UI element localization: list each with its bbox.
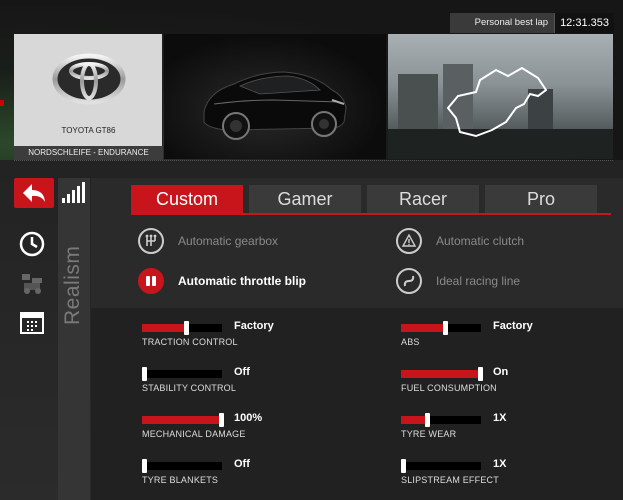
slider-label: STABILITY CONTROL <box>142 383 237 393</box>
slider-traction-control[interactable]: Factory TRACTION CONTROL <box>142 320 362 360</box>
assist-label: Automatic gearbox <box>178 234 279 248</box>
tab-pro[interactable]: Pro <box>485 185 597 213</box>
slider-fill <box>401 416 428 424</box>
slider-label: ABS <box>401 337 420 347</box>
slider-track[interactable] <box>401 367 483 381</box>
edge-marker <box>0 100 4 106</box>
lap-time-bar: Personal best lap time 12:31.353 <box>450 13 614 48</box>
slider-fill <box>401 324 445 332</box>
back-arrow-icon <box>23 184 45 202</box>
slider-value: 1X <box>493 412 507 424</box>
slider-value: 100% <box>234 412 263 424</box>
realism-panel: Custom Gamer Racer Pro Automatic gearbox… <box>91 178 623 500</box>
slider-value: Off <box>234 366 250 378</box>
assist-label: Ideal racing line <box>436 274 521 288</box>
calendar-icon[interactable] <box>18 308 46 336</box>
slider-track[interactable] <box>401 413 481 427</box>
slider-value: Factory <box>493 320 533 332</box>
slider-knob[interactable] <box>478 367 483 381</box>
slider-value: On <box>493 366 509 378</box>
racing-line-icon <box>396 268 422 294</box>
header-divider <box>14 160 613 162</box>
track-name: NORDSCHLEIFE - ENDURANCE <box>14 146 163 160</box>
throttle-pedal-icon <box>138 268 164 294</box>
slider-value: Off <box>234 458 250 470</box>
slider-track[interactable] <box>142 367 222 381</box>
slider-knob[interactable] <box>142 459 147 473</box>
slider-track[interactable] <box>401 321 481 335</box>
slider-track[interactable] <box>142 459 222 473</box>
slider-knob[interactable] <box>401 459 406 473</box>
toyota-logo <box>52 53 126 105</box>
tab-custom[interactable]: Custom <box>131 185 243 213</box>
slider-fill <box>401 370 481 378</box>
slider-stability-control[interactable]: Off STABILITY CONTROL <box>142 366 362 406</box>
assist-automatic-throttle-blip[interactable]: Automatic throttle blip <box>138 268 306 294</box>
assist-label: Automatic throttle blip <box>178 274 306 288</box>
slider-knob[interactable] <box>219 413 224 427</box>
slider-label: SLIPSTREAM EFFECT <box>401 475 499 485</box>
tab-racer[interactable]: Racer <box>367 185 479 213</box>
slider-knob[interactable] <box>184 321 189 335</box>
slider-knob[interactable] <box>142 367 147 381</box>
slider-track[interactable] <box>401 459 481 473</box>
slider-fill <box>142 324 186 332</box>
car-brand-panel[interactable]: TOYOTA GT86 NORDSCHLEIFE - ENDURANCE <box>14 34 163 160</box>
slider-knob[interactable] <box>425 413 431 427</box>
slider-fuel-consumption[interactable]: On FUEL CONSUMPTION <box>401 366 621 406</box>
difficulty-tabs: Custom Gamer Racer Pro <box>131 185 597 213</box>
car-setup-icon[interactable] <box>18 268 46 296</box>
track-map-image <box>388 64 613 159</box>
slider-tyre-blankets[interactable]: Off TYRE BLANKETS <box>142 458 362 498</box>
slider-label: MECHANICAL DAMAGE <box>142 429 246 439</box>
car-image <box>203 71 347 140</box>
slider-mechanical-damage[interactable]: 100% MECHANICAL DAMAGE <box>142 412 362 452</box>
realism-label: Realism <box>61 245 84 325</box>
slider-track[interactable] <box>142 321 222 335</box>
signal-bars-icon <box>62 182 85 203</box>
back-button[interactable] <box>14 178 54 208</box>
realism-section: Realism <box>58 178 90 500</box>
slider-slipstream-effect[interactable]: 1X SLIPSTREAM EFFECT <box>401 458 621 498</box>
lap-time-label: Personal best lap time <box>450 13 555 48</box>
slider-label: TYRE BLANKETS <box>142 475 219 485</box>
assist-automatic-clutch[interactable]: Automatic clutch <box>396 228 524 254</box>
lap-time-value: 12:31.353 <box>554 13 614 33</box>
car-preview[interactable] <box>164 34 386 159</box>
slider-label: TYRE WEAR <box>401 429 457 439</box>
clock-icon[interactable] <box>18 230 46 258</box>
track-map-preview[interactable] <box>388 34 613 159</box>
slider-value: Factory <box>234 320 274 332</box>
tab-gamer[interactable]: Gamer <box>249 185 361 213</box>
slider-value: 1X <box>493 458 507 470</box>
slider-tyre-wear[interactable]: 1X TYRE WEAR <box>401 412 621 452</box>
slider-track[interactable] <box>142 413 224 427</box>
gearbox-icon <box>138 228 164 254</box>
assist-ideal-racing-line[interactable]: Ideal racing line <box>396 268 520 294</box>
assist-automatic-gearbox[interactable]: Automatic gearbox <box>138 228 278 254</box>
assist-label: Automatic clutch <box>436 234 525 248</box>
tab-underline <box>131 213 611 215</box>
car-name: TOYOTA GT86 <box>61 126 116 135</box>
slider-knob[interactable] <box>443 321 448 335</box>
slider-fill <box>142 416 222 424</box>
slider-label: FUEL CONSUMPTION <box>401 383 497 393</box>
screen: Personal best lap time 12:31.353 TOYOTA … <box>0 0 623 500</box>
slider-abs[interactable]: Factory ABS <box>401 320 621 360</box>
slider-label: TRACTION CONTROL <box>142 337 238 347</box>
clutch-warning-icon <box>396 228 422 254</box>
